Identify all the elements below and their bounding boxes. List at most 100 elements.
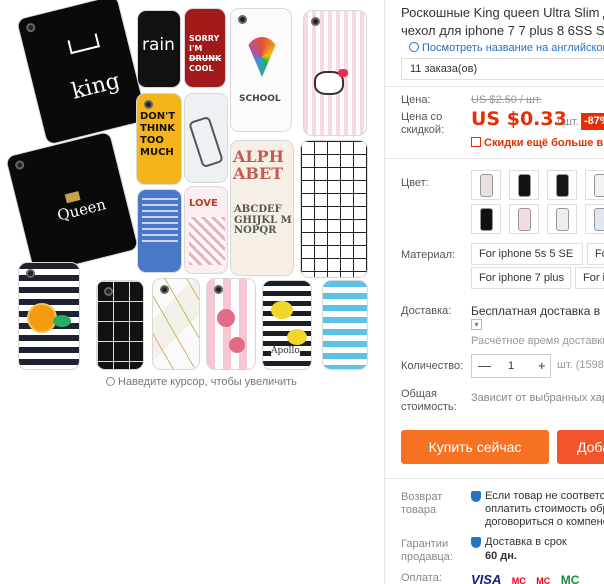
case-text-school: SCHOOL — [239, 94, 281, 104]
case-text-rain: rain — [142, 35, 175, 55]
camera-icon — [214, 285, 223, 294]
quantity-stepper[interactable]: — 1 + — [471, 354, 551, 378]
case-image-sorry[interactable]: SORRY I'M DRUNK COOL — [184, 8, 226, 88]
mir-icon: MC — [560, 573, 580, 584]
camera-icon — [144, 100, 153, 109]
case-image-sketch[interactable] — [184, 93, 228, 183]
product-title: Роскошные King queen Ultra Slim д чехол … — [401, 4, 604, 40]
case-image-alphabet[interactable]: ALPHABET ABCDEF GHIJKL MNOPQR — [230, 140, 294, 276]
material-label: Материал: — [401, 249, 456, 261]
coupon-link[interactable]: Скидки ещё больше в при — [471, 136, 604, 149]
shipping-label: Доставка: — [401, 305, 452, 317]
discount-price-label: Цена со скидкой: — [401, 111, 445, 136]
crown-icon — [67, 33, 100, 55]
old-price: US $2.50 / шт. — [471, 94, 542, 106]
color-swatch[interactable] — [471, 204, 501, 234]
zoom-hint: Наведите курсор, чтобы увеличить — [106, 376, 297, 388]
quantity-input[interactable]: 1 — [508, 360, 514, 372]
camera-icon — [14, 159, 26, 171]
gold-lines-icon — [153, 279, 199, 369]
guarantee-label: Гарантии продавца: — [401, 538, 453, 563]
magnifier-icon — [106, 377, 115, 386]
material-option[interactable]: For iphone 5s 5 SE — [471, 243, 583, 265]
case-text-drunk: DRUNK — [189, 54, 222, 63]
quantity-plus-button[interactable]: + — [538, 358, 546, 373]
swatch-case — [556, 208, 569, 231]
color-swatch[interactable] — [509, 204, 539, 234]
case-text-queen: Queen — [55, 195, 108, 225]
sketch-icon — [188, 115, 224, 169]
letters-heart-icon — [245, 37, 279, 77]
case-text-abc: ABCDEF GHIJKL MNOPQR — [234, 204, 292, 236]
add-to-cart-button[interactable]: Доба — [557, 430, 604, 464]
total-note: Зависит от выбранных хара — [471, 392, 604, 404]
translate-link[interactable]: Посмотреть название на английском — [409, 41, 604, 54]
hearts-pattern-icon — [189, 217, 225, 265]
orders-count: 11 заказа(ов) — [401, 58, 604, 80]
guarantee-text-2: 60 дн. — [485, 550, 517, 562]
case-text-apollo: Apollo — [271, 346, 300, 357]
color-label: Цвет: — [401, 177, 429, 189]
translate-link-text: Посмотреть название на английском — [422, 42, 604, 54]
case-image-roses[interactable] — [206, 278, 256, 370]
swatch-case — [480, 174, 493, 197]
case-image-grid-black[interactable] — [96, 280, 144, 370]
color-swatch[interactable] — [509, 170, 539, 200]
camera-icon — [25, 22, 37, 34]
leaf-icon — [53, 315, 71, 327]
color-swatch[interactable] — [585, 170, 604, 200]
coupon-text: Скидки ещё больше в при — [484, 137, 604, 149]
case-image-king[interactable]: king — [15, 0, 149, 146]
color-swatch[interactable] — [471, 170, 501, 200]
color-swatch[interactable] — [585, 204, 604, 234]
total-label: Общая стоимость: — [401, 388, 457, 413]
case-image-love[interactable]: LOVE — [184, 186, 228, 274]
product-image-gallery[interactable]: king Queen rain SORRY I'M DRUNK COOL SCH… — [0, 0, 384, 584]
case-image-kitty[interactable] — [303, 10, 367, 136]
maestro-icon: MC — [536, 576, 551, 584]
divider — [385, 86, 604, 87]
color-swatch[interactable] — [547, 170, 577, 200]
case-image-blue-stripes[interactable] — [322, 280, 368, 370]
case-text-love: LOVE — [189, 198, 218, 209]
material-option[interactable]: For iphone 7 plus — [471, 267, 571, 289]
orange-icon — [27, 303, 57, 333]
shipping-time: Расчётное время доставки: 2 — [471, 335, 604, 347]
case-image-dont-think[interactable]: DON'T THINK TOO MUCH — [136, 93, 182, 185]
product-title-line1: Роскошные King queen Ultra Slim д — [401, 5, 604, 20]
product-info-panel: Роскошные King queen Ultra Slim д чехол … — [384, 0, 604, 584]
material-option[interactable]: For i — [575, 267, 604, 289]
case-text-king: king — [69, 68, 123, 105]
case-text-dont: DON'T — [140, 111, 176, 122]
clock-shield-icon — [471, 537, 481, 548]
camera-icon — [238, 15, 247, 24]
camera-icon — [311, 17, 320, 26]
color-swatch[interactable] — [547, 204, 577, 234]
payment-label: Оплата: — [401, 572, 442, 584]
visa-icon: VISA — [471, 572, 502, 584]
camera-icon — [104, 287, 113, 296]
refund-label: Возврат товара — [401, 491, 443, 516]
case-image-orange[interactable] — [18, 262, 80, 370]
refund-text-2: оплатить стоимость обрат — [485, 503, 604, 515]
case-image-school[interactable]: SCHOOL — [230, 8, 292, 132]
letters-pattern-icon — [142, 198, 178, 242]
case-text-sorry: SORRY — [189, 34, 220, 43]
buy-now-button[interactable]: Купить сейчас — [401, 430, 549, 464]
current-price: US $0.33 — [471, 108, 567, 130]
material-option[interactable]: For i — [587, 243, 604, 265]
case-text-much: MUCH — [140, 147, 174, 158]
case-image-marble[interactable] — [152, 278, 200, 370]
case-image-queen[interactable]: Queen — [4, 130, 140, 276]
case-image-rain[interactable]: rain — [137, 10, 181, 88]
case-text-im: I'M — [189, 44, 203, 53]
case-image-blue-letters[interactable] — [137, 189, 182, 273]
price-label: Цена: — [401, 94, 431, 106]
shipping-value: Бесплатная доставка в Rus — [471, 304, 604, 318]
chevron-down-icon[interactable]: ▾ — [471, 319, 482, 330]
swatch-case — [518, 174, 531, 197]
case-text-think: THINK — [140, 123, 176, 134]
case-image-grid-white[interactable] — [300, 140, 368, 278]
case-image-lemons[interactable]: Apollo — [262, 280, 312, 370]
quantity-minus-button[interactable]: — — [478, 358, 491, 373]
